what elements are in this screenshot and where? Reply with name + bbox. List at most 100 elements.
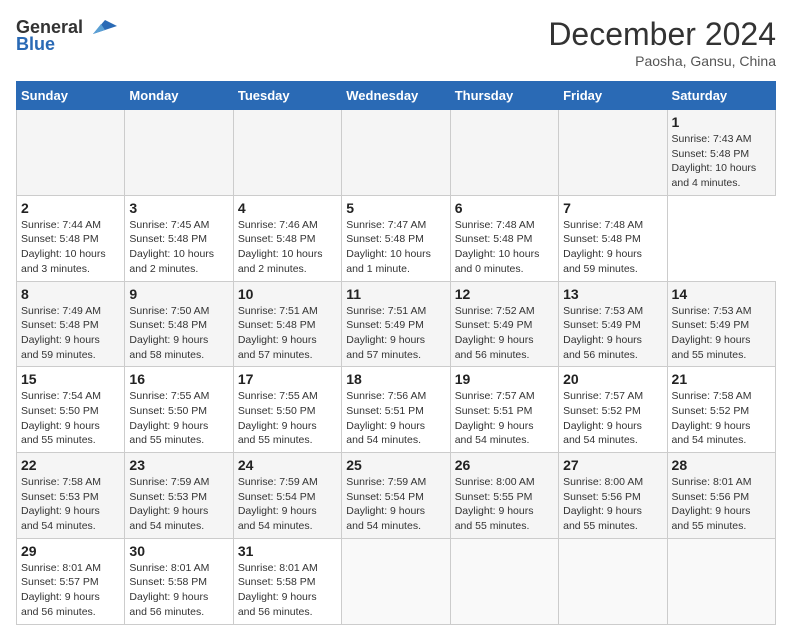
calendar-day: 14 Sunrise: 7:53 AMSunset: 5:49 PMDayligh… (667, 281, 775, 367)
day-info: Sunrise: 7:55 AMSunset: 5:50 PMDaylight:… (238, 389, 337, 448)
calendar-day: 7 Sunrise: 7:48 AMSunset: 5:48 PMDaylight… (559, 195, 667, 281)
day-number: 6 (455, 200, 554, 216)
calendar-table: SundayMondayTuesdayWednesdayThursdayFrid… (16, 81, 776, 625)
calendar-day: 30 Sunrise: 8:01 AMSunset: 5:58 PMDayligh… (125, 538, 233, 624)
calendar-day-empty (342, 110, 450, 196)
calendar-day: 5 Sunrise: 7:47 AMSunset: 5:48 PMDaylight… (342, 195, 450, 281)
day-info: Sunrise: 7:59 AMSunset: 5:54 PMDaylight:… (346, 475, 445, 534)
day-number: 1 (672, 114, 771, 130)
calendar-day: 19 Sunrise: 7:57 AMSunset: 5:51 PMDayligh… (450, 367, 558, 453)
day-info: Sunrise: 7:51 AMSunset: 5:49 PMDaylight:… (346, 304, 445, 363)
calendar-day: 22 Sunrise: 7:58 AMSunset: 5:53 PMDayligh… (17, 453, 125, 539)
calendar-week-row: 22 Sunrise: 7:58 AMSunset: 5:53 PMDayligh… (17, 453, 776, 539)
calendar-day: 26Sunrise: 8:00 AMSunset: 5:55 PMDayligh… (450, 453, 558, 539)
day-number: 30 (129, 543, 228, 559)
day-number: 29 (21, 543, 120, 559)
day-info: Sunrise: 7:59 AMSunset: 5:53 PMDaylight:… (129, 475, 228, 534)
day-number: 14 (672, 286, 771, 302)
calendar-week-row: 29 Sunrise: 8:01 AMSunset: 5:57 PMDayligh… (17, 538, 776, 624)
day-info: Sunrise: 7:48 AMSunset: 5:48 PMDaylight:… (563, 218, 662, 277)
day-info: Sunrise: 8:01 AMSunset: 5:56 PMDaylight:… (672, 475, 771, 534)
day-info: Sunrise: 7:55 AMSunset: 5:50 PMDaylight:… (129, 389, 228, 448)
location-subtitle: Paosha, Gansu, China (548, 53, 776, 69)
day-info: Sunrise: 7:58 AMSunset: 5:52 PMDaylight:… (672, 389, 771, 448)
calendar-day-empty (559, 538, 667, 624)
day-number: 31 (238, 543, 337, 559)
day-info: Sunrise: 7:48 AMSunset: 5:48 PMDaylight:… (455, 218, 554, 277)
day-info: Sunrise: 7:47 AMSunset: 5:48 PMDaylight:… (346, 218, 445, 277)
calendar-day: 6 Sunrise: 7:48 AMSunset: 5:48 PMDaylight… (450, 195, 558, 281)
calendar-day: 28 Sunrise: 8:01 AMSunset: 5:56 PMDayligh… (667, 453, 775, 539)
day-info: Sunrise: 7:59 AMSunset: 5:54 PMDaylight:… (238, 475, 337, 534)
calendar-day-empty (450, 538, 558, 624)
calendar-day: 27 Sunrise: 8:00 AMSunset: 5:56 PMDayligh… (559, 453, 667, 539)
day-info: Sunrise: 7:56 AMSunset: 5:51 PMDaylight:… (346, 389, 445, 448)
day-info: Sunrise: 7:53 AMSunset: 5:49 PMDaylight:… (563, 304, 662, 363)
calendar-day: 12 Sunrise: 7:52 AMSunset: 5:49 PMDayligh… (450, 281, 558, 367)
calendar-day: 15Sunrise: 7:54 AMSunset: 5:50 PMDayligh… (17, 367, 125, 453)
weekday-header: Thursday (450, 82, 558, 110)
calendar-day: 25 Sunrise: 7:59 AMSunset: 5:54 PMDayligh… (342, 453, 450, 539)
page-header: General Blue December 2024 Paosha, Gansu… (16, 16, 776, 69)
logo-blue-text: Blue (16, 34, 55, 55)
weekday-header: Tuesday (233, 82, 341, 110)
day-info: Sunrise: 7:53 AMSunset: 5:49 PMDaylight:… (672, 304, 771, 363)
weekday-header: Saturday (667, 82, 775, 110)
logo-bird-icon (85, 16, 117, 38)
day-number: 23 (129, 457, 228, 473)
day-info: Sunrise: 8:01 AMSunset: 5:57 PMDaylight:… (21, 561, 120, 620)
day-info: Sunrise: 7:46 AMSunset: 5:48 PMDaylight:… (238, 218, 337, 277)
day-number: 28 (672, 457, 771, 473)
weekday-header: Friday (559, 82, 667, 110)
day-number: 2 (21, 200, 120, 216)
calendar-week-row: 2Sunrise: 7:44 AMSunset: 5:48 PMDaylight… (17, 195, 776, 281)
logo: General Blue (16, 16, 117, 55)
day-number: 17 (238, 371, 337, 387)
calendar-day: 10 Sunrise: 7:51 AMSunset: 5:48 PMDayligh… (233, 281, 341, 367)
day-number: 16 (129, 371, 228, 387)
calendar-day: 29 Sunrise: 8:01 AMSunset: 5:57 PMDayligh… (17, 538, 125, 624)
day-number: 3 (129, 200, 228, 216)
day-info: Sunrise: 7:51 AMSunset: 5:48 PMDaylight:… (238, 304, 337, 363)
weekday-header: Monday (125, 82, 233, 110)
day-number: 10 (238, 286, 337, 302)
day-number: 27 (563, 457, 662, 473)
calendar-day: 11 Sunrise: 7:51 AMSunset: 5:49 PMDayligh… (342, 281, 450, 367)
month-title: December 2024 (548, 16, 776, 53)
day-number: 7 (563, 200, 662, 216)
calendar-day: 31Sunrise: 8:01 AMSunset: 5:58 PMDayligh… (233, 538, 341, 624)
day-info: Sunrise: 7:58 AMSunset: 5:53 PMDaylight:… (21, 475, 120, 534)
day-number: 11 (346, 286, 445, 302)
day-number: 5 (346, 200, 445, 216)
calendar-day-empty (667, 538, 775, 624)
day-info: Sunrise: 8:01 AMSunset: 5:58 PMDaylight:… (129, 561, 228, 620)
calendar-week-row: 1 Sunrise: 7:43 AMSunset: 5:48 PMDaylight… (17, 110, 776, 196)
day-info: Sunrise: 8:00 AMSunset: 5:56 PMDaylight:… (563, 475, 662, 534)
day-info: Sunrise: 7:43 AMSunset: 5:48 PMDaylight:… (672, 132, 771, 191)
day-number: 26 (455, 457, 554, 473)
calendar-day-empty (342, 538, 450, 624)
calendar-day: 8Sunrise: 7:49 AMSunset: 5:48 PMDaylight… (17, 281, 125, 367)
day-number: 4 (238, 200, 337, 216)
day-info: Sunrise: 7:45 AMSunset: 5:48 PMDaylight:… (129, 218, 228, 277)
calendar-day: 18Sunrise: 7:56 AMSunset: 5:51 PMDayligh… (342, 367, 450, 453)
day-number: 25 (346, 457, 445, 473)
calendar-day: 16 Sunrise: 7:55 AMSunset: 5:50 PMDayligh… (125, 367, 233, 453)
calendar-day: 23 Sunrise: 7:59 AMSunset: 5:53 PMDayligh… (125, 453, 233, 539)
day-number: 19 (455, 371, 554, 387)
calendar-day: 17 Sunrise: 7:55 AMSunset: 5:50 PMDayligh… (233, 367, 341, 453)
day-info: Sunrise: 7:52 AMSunset: 5:49 PMDaylight:… (455, 304, 554, 363)
day-info: Sunrise: 7:50 AMSunset: 5:48 PMDaylight:… (129, 304, 228, 363)
calendar-week-row: 8Sunrise: 7:49 AMSunset: 5:48 PMDaylight… (17, 281, 776, 367)
day-info: Sunrise: 7:57 AMSunset: 5:51 PMDaylight:… (455, 389, 554, 448)
calendar-day: 9 Sunrise: 7:50 AMSunset: 5:48 PMDaylight… (125, 281, 233, 367)
calendar-day: 24 Sunrise: 7:59 AMSunset: 5:54 PMDayligh… (233, 453, 341, 539)
calendar-day-empty (450, 110, 558, 196)
day-number: 13 (563, 286, 662, 302)
day-number: 12 (455, 286, 554, 302)
calendar-day-empty (125, 110, 233, 196)
calendar-day: 20Sunrise: 7:57 AMSunset: 5:52 PMDayligh… (559, 367, 667, 453)
day-number: 22 (21, 457, 120, 473)
day-number: 24 (238, 457, 337, 473)
day-number: 9 (129, 286, 228, 302)
